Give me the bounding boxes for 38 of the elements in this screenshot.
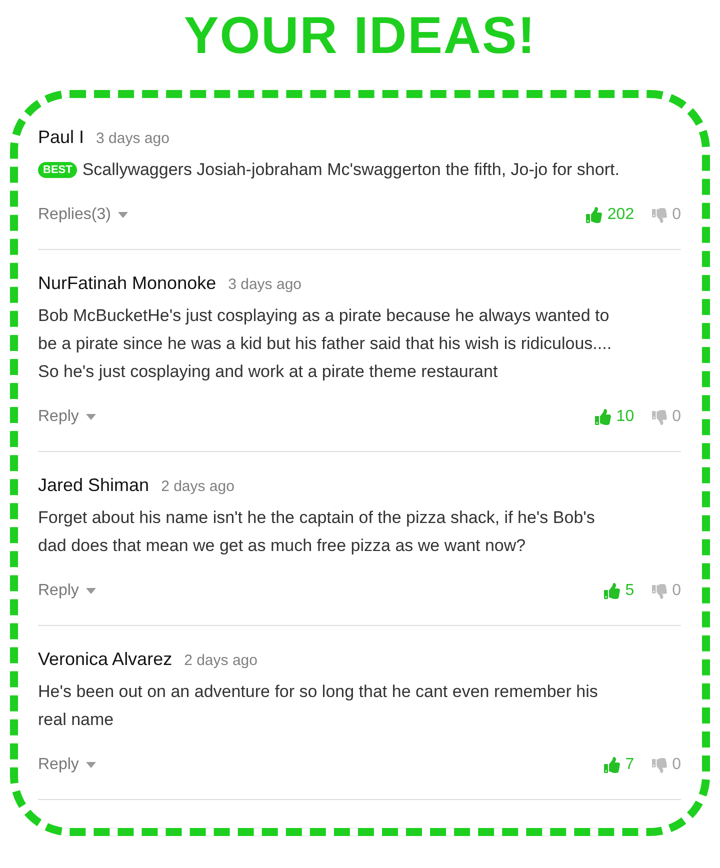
like-button[interactable]: 202 bbox=[586, 205, 634, 225]
reply-toggle[interactable]: Reply bbox=[38, 407, 96, 427]
comment-author: Veronica Alvarez bbox=[38, 648, 172, 670]
comment-author: Jared Shiman bbox=[38, 474, 150, 496]
thumbs-down-icon bbox=[652, 584, 668, 598]
comment-time: 2 days ago bbox=[184, 651, 258, 671]
comment-text: Bob McBucketHe's just cosplaying as a pirate because he always wanted to be a pirate since he was a kid but his father said that his wish is ridiculous.... So he's just cosplaying and work at a pirate theme restaurant bbox=[38, 305, 612, 383]
dislike-button[interactable]: 0 bbox=[652, 205, 681, 225]
dislike-button[interactable]: 0 bbox=[652, 581, 681, 601]
caret-icon bbox=[86, 762, 96, 768]
thumbs-up-icon bbox=[595, 409, 612, 425]
best-badge: BEST bbox=[38, 162, 78, 178]
comment-time: 3 days ago bbox=[228, 275, 302, 295]
thumbs-up-icon bbox=[604, 583, 620, 599]
like-button[interactable]: 10 bbox=[595, 407, 634, 427]
comment-text: Scallywaggers Josiah-jobraham Mc'swaggerton the fifth, Jo-jo for short. bbox=[82, 159, 620, 181]
reply-toggle[interactable]: Replies(3) bbox=[38, 205, 128, 225]
thumbs-up-icon bbox=[604, 757, 620, 773]
comment-text: Forget about his name isn't he the captain of the pizza shack, if he's Bob's dad does that mean we get as much free pizza as we want now? bbox=[38, 507, 595, 557]
comment-author: Paul I bbox=[38, 126, 84, 148]
caret-icon bbox=[86, 414, 96, 420]
page-title: YOUR IDEAS! bbox=[184, 6, 536, 66]
like-button[interactable]: 5 bbox=[604, 581, 634, 601]
thumbs-down-icon bbox=[652, 410, 668, 424]
reply-toggle[interactable]: Reply bbox=[38, 581, 96, 601]
thumbs-up-icon bbox=[586, 207, 602, 223]
comment-author: NurFatinah Mononoke bbox=[38, 272, 216, 294]
reply-toggle[interactable]: Reply bbox=[38, 755, 96, 775]
comment-time: 2 days ago bbox=[161, 477, 234, 497]
thumbs-down-icon bbox=[652, 758, 668, 772]
dislike-button[interactable]: 0 bbox=[652, 755, 681, 775]
comment-time: 3 days ago bbox=[96, 129, 170, 149]
comment-text: He's been out on an adventure for so long that he cant even remember his real name bbox=[38, 681, 598, 731]
caret-icon bbox=[118, 212, 128, 218]
dislike-button[interactable]: 0 bbox=[652, 407, 681, 427]
caret-icon bbox=[86, 588, 96, 594]
like-button[interactable]: 7 bbox=[604, 755, 634, 775]
thumbs-down-icon bbox=[652, 208, 668, 222]
